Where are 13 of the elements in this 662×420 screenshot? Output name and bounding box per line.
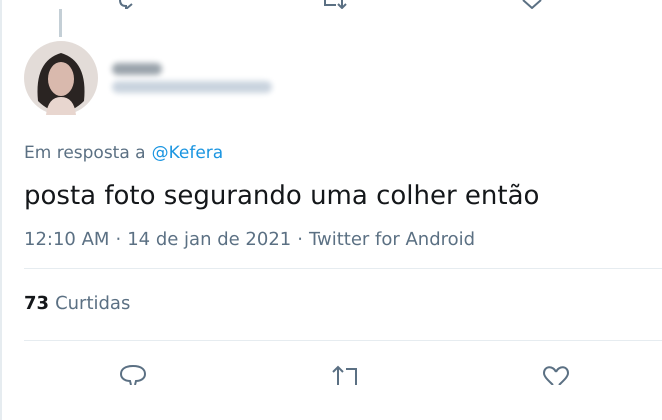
tweet-text: posta foto segurando uma colher então	[24, 181, 540, 211]
blurred-name	[112, 63, 162, 75]
avatar[interactable]	[24, 41, 98, 115]
likes-count[interactable]: 73	[24, 293, 50, 314]
mention-link[interactable]: @Kefera	[152, 143, 224, 163]
meta-text: 14 de jan de 2021	[127, 229, 292, 250]
meta-text: 12:10 AM	[24, 229, 110, 250]
meta-text[interactable]: Twitter for Android	[308, 229, 476, 250]
thread-line	[59, 9, 62, 37]
likes-label[interactable]: Curtidas	[55, 293, 130, 314]
reply-label: Em resposta a	[24, 143, 146, 163]
separator: ·	[297, 229, 303, 250]
separator: ·	[115, 229, 122, 250]
